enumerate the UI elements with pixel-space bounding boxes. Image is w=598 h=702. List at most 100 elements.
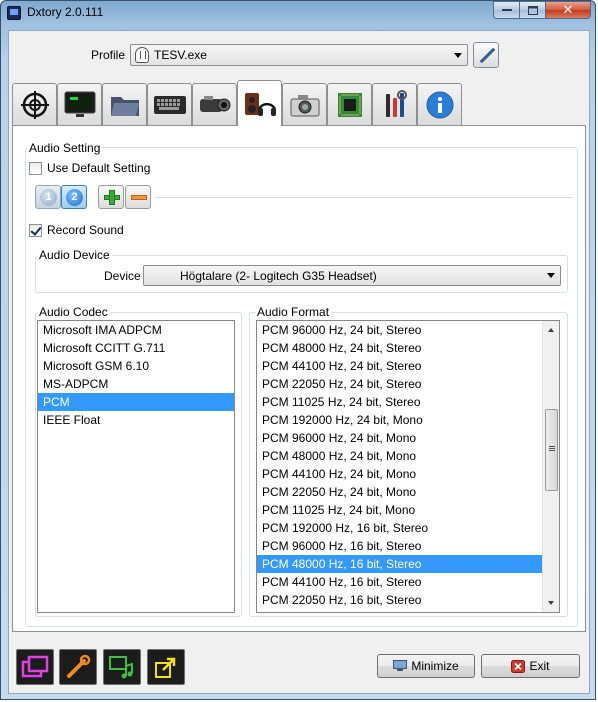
camcorder-icon (199, 96, 230, 112)
export-button[interactable] (147, 649, 185, 685)
minimize-window-button[interactable] (493, 1, 520, 19)
music-monitor-icon (109, 656, 133, 679)
audio-format-item[interactable]: PCM 44100 Hz, 16 bit, Stereo (257, 573, 543, 591)
exit-button[interactable]: Exit (481, 654, 580, 678)
tab-target[interactable] (12, 83, 57, 126)
stream-1-button[interactable]: 1 (35, 185, 61, 209)
format-scrollbar[interactable] (542, 321, 559, 612)
close-window-button[interactable]: ✕ (546, 1, 591, 19)
tab-settings[interactable] (372, 83, 417, 126)
chevron-down-icon (454, 53, 462, 58)
record-sound-label: Record Sound (47, 223, 124, 237)
audio-format-item[interactable]: PCM 44100 Hz, 24 bit, Mono (257, 465, 543, 483)
scroll-down-icon[interactable] (548, 601, 554, 605)
device-label: Device (104, 269, 141, 283)
scroll-thumb[interactable] (545, 409, 558, 491)
audio-format-item[interactable]: PCM 192000 Hz, 16 bit, Stereo (257, 519, 543, 537)
use-default-setting-row[interactable]: Use Default Setting (29, 161, 150, 175)
monitor-icon (393, 660, 408, 672)
audio-device-title: Audio Device (37, 248, 112, 262)
tab-movie[interactable] (192, 83, 237, 126)
audio-format-item[interactable]: PCM 22050 Hz, 16 bit, Stereo (257, 591, 543, 609)
device-value: Högtalare (2- Logitech G35 Headset) (180, 269, 377, 283)
audio-setting-title: Audio Setting (27, 141, 103, 155)
audio-format-title: Audio Format (255, 305, 332, 319)
chip-icon (337, 93, 362, 117)
scroll-up-icon[interactable] (548, 328, 554, 332)
tab-video[interactable] (57, 83, 102, 126)
profile-select[interactable]: TESV.exe (130, 44, 468, 66)
window-title: Dxtory 2.0.111 (27, 5, 104, 19)
tools-icon (385, 90, 407, 117)
monitor-icon (64, 91, 95, 117)
maximize-icon (527, 5, 538, 15)
record-sound-row[interactable]: Record Sound (29, 223, 124, 237)
caption-buttons: ✕ (493, 1, 591, 19)
audio-codec-list[interactable]: Microsoft IMA ADPCM Microsoft CCITT G.711… (37, 320, 235, 613)
stream-2-button[interactable]: 2 (61, 185, 87, 209)
crosshair-icon (20, 91, 49, 119)
audio-tab-panel: Audio Setting Use Default Setting 1 2 Re… (12, 125, 586, 632)
tab-folder[interactable] (102, 83, 147, 126)
info-icon (426, 91, 453, 119)
minimize-label: Minimize (411, 659, 459, 673)
maximize-window-button[interactable] (520, 1, 546, 19)
tab-audio[interactable] (237, 80, 282, 126)
settings-button[interactable] (59, 649, 97, 685)
tab-screenshot[interactable] (282, 83, 327, 126)
add-stream-button[interactable] (98, 185, 124, 209)
stream-1-label: 1 (40, 189, 57, 206)
use-default-checkbox[interactable] (29, 161, 42, 175)
exit-label: Exit (529, 659, 550, 673)
camera-icon (290, 95, 319, 117)
audio-format-item[interactable]: PCM 44100 Hz, 24 bit, Stereo (257, 357, 543, 375)
audio-format-item[interactable]: PCM 96000 Hz, 16 bit, Stereo (257, 537, 543, 555)
audio-format-item[interactable]: PCM 22050 Hz, 24 bit, Stereo (257, 375, 543, 393)
edit-profile-button[interactable] (473, 42, 499, 68)
profile-label: Profile (91, 48, 126, 62)
audio-codec-item[interactable]: MS-ADPCM (38, 375, 234, 393)
keyboard-icon (153, 96, 186, 114)
close-icon (511, 660, 526, 673)
audio-format-item[interactable]: PCM 11025 Hz, 24 bit, Stereo (257, 393, 543, 411)
title-bar[interactable]: Dxtory 2.0.111 ✕ (1, 1, 595, 25)
device-select[interactable]: Högtalare (2- Logitech G35 Headset) (143, 265, 561, 286)
audio-format-item[interactable]: PCM 48000 Hz, 24 bit, Mono (257, 447, 543, 465)
minimize-icon (501, 9, 512, 11)
tab-bar (12, 80, 462, 126)
audio-codec-title: Audio Codec (37, 305, 110, 319)
audio-format-item[interactable]: PCM 48000 Hz, 16 bit, Stereo (257, 555, 543, 573)
audio-format-items: PCM 96000 Hz, 24 bit, Stereo PCM 48000 Hz… (257, 321, 543, 609)
record-sound-checkbox[interactable] (29, 223, 42, 237)
remove-stream-button[interactable] (125, 185, 151, 209)
export-icon (155, 657, 176, 678)
audio-format-item[interactable]: PCM 11025 Hz, 24 bit, Mono (257, 501, 543, 519)
minimize-button[interactable]: Minimize (377, 654, 475, 678)
audio-format-item[interactable]: PCM 96000 Hz, 24 bit, Stereo (257, 321, 543, 339)
audio-format-item[interactable]: PCM 192000 Hz, 24 bit, Mono (257, 411, 543, 429)
audio-codec-item[interactable]: PCM (38, 393, 234, 411)
folder-icon (110, 97, 139, 116)
app-icon (7, 6, 21, 20)
overlay-button[interactable] (16, 649, 54, 685)
tab-hotkey[interactable] (147, 83, 192, 126)
audio-format-list[interactable]: PCM 96000 Hz, 24 bit, Stereo PCM 48000 Hz… (256, 320, 560, 613)
audio-monitor-button[interactable] (103, 649, 141, 685)
tab-advanced[interactable] (327, 83, 372, 126)
audio-format-item[interactable]: PCM 22050 Hz, 24 bit, Mono (257, 483, 543, 501)
audio-codec-item[interactable]: Microsoft GSM 6.10 (38, 357, 234, 375)
wrench-icon (67, 654, 91, 678)
windows-icon (21, 655, 49, 678)
stream-2-label: 2 (66, 189, 83, 206)
stream-separator (155, 197, 573, 198)
audio-format-item[interactable]: PCM 96000 Hz, 24 bit, Mono (257, 429, 543, 447)
audio-codec-item[interactable]: IEEE Float (38, 411, 234, 429)
use-default-label: Use Default Setting (47, 161, 151, 175)
tab-about[interactable] (417, 83, 462, 126)
speaker-headphones-icon (244, 92, 276, 116)
audio-format-item[interactable]: PCM 48000 Hz, 24 bit, Stereo (257, 339, 543, 357)
client-area: Profile TESV.exe Audio Setting Use Defau… (8, 30, 590, 694)
audio-codec-item[interactable]: Microsoft IMA ADPCM (38, 321, 234, 339)
close-icon: ✕ (562, 2, 574, 17)
audio-codec-item[interactable]: Microsoft CCITT G.711 (38, 339, 234, 357)
